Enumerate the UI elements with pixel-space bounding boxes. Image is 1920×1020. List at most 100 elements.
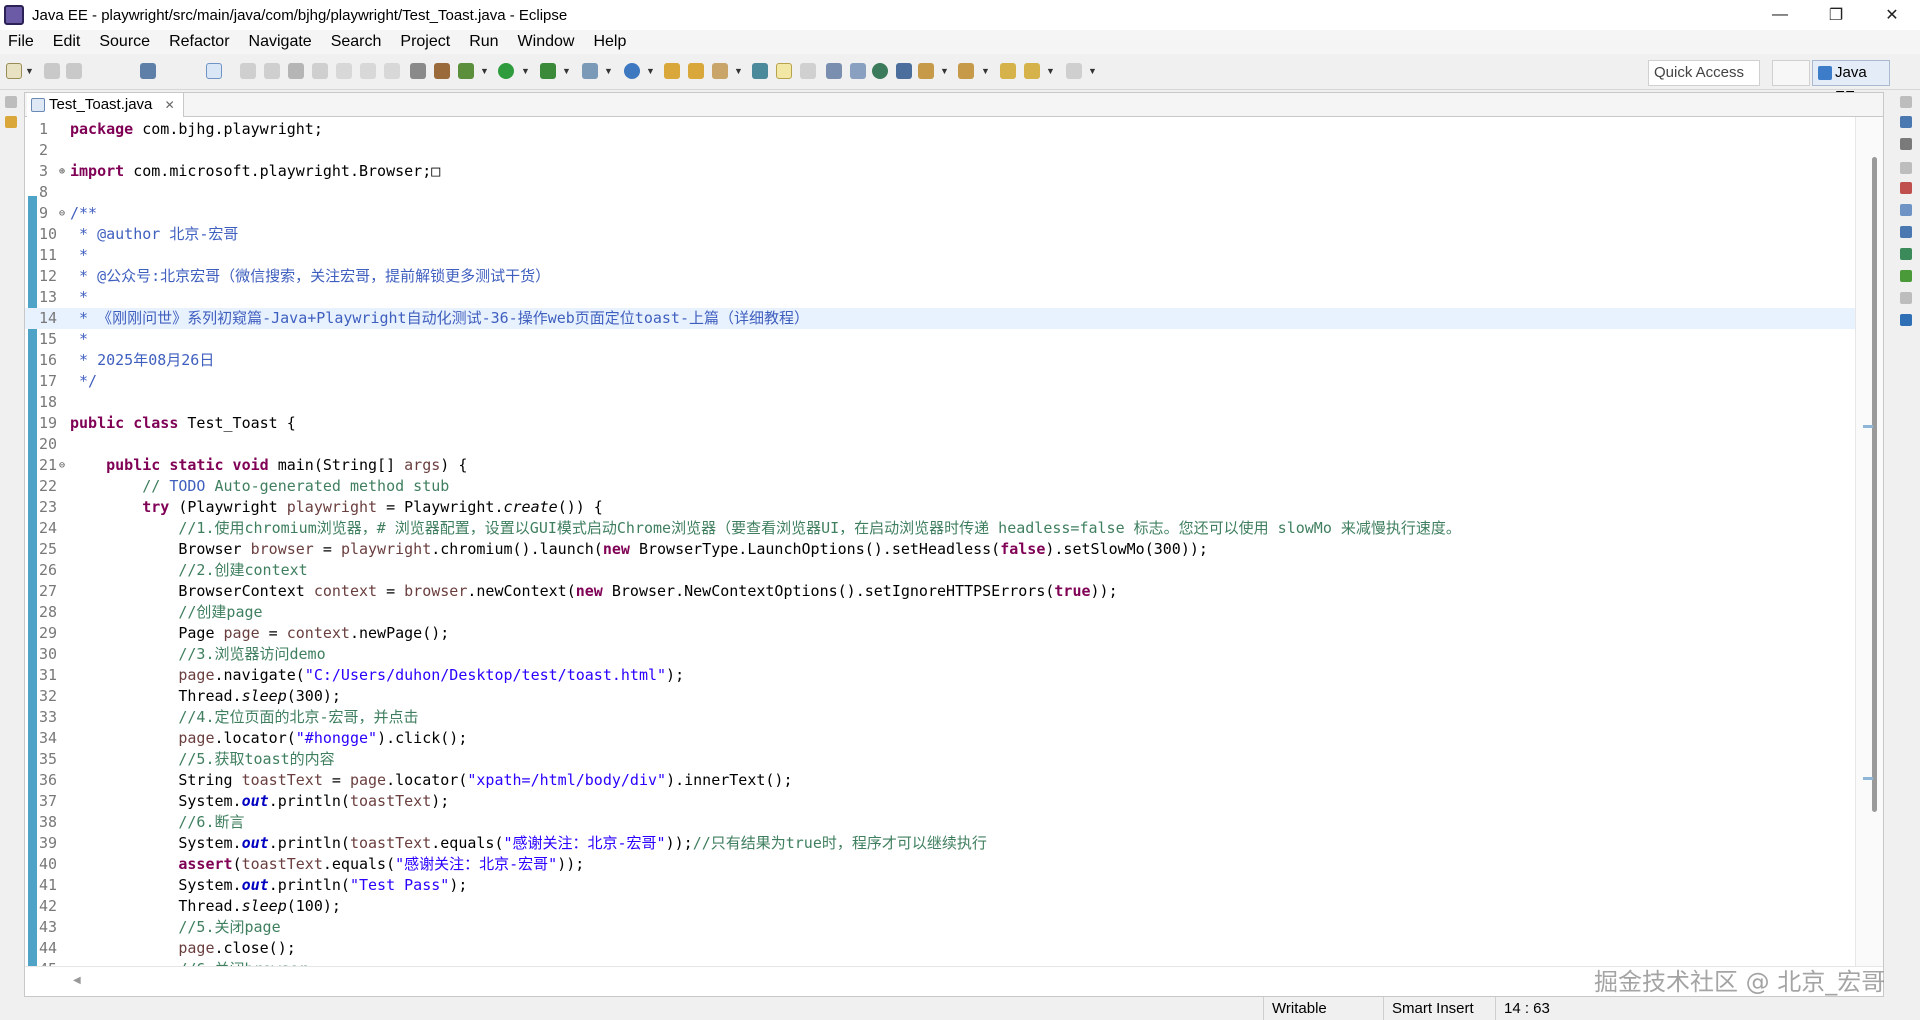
overview-ruler[interactable] bbox=[1855, 117, 1883, 966]
search-icon[interactable] bbox=[712, 63, 728, 79]
debug-dropdown-icon[interactable]: ▼ bbox=[480, 66, 489, 76]
web-browser-icon[interactable] bbox=[624, 63, 640, 79]
prev-annotation-icon[interactable] bbox=[958, 63, 974, 79]
code-line[interactable]: 23 try (Playwright playwright = Playwrig… bbox=[25, 497, 1855, 518]
perspective-javaee-button[interactable]: Java EE bbox=[1812, 60, 1890, 105]
server-icon[interactable] bbox=[896, 63, 912, 79]
code-line[interactable]: 10 * @author 北京-宏哥 bbox=[25, 224, 1855, 245]
step-over-icon[interactable] bbox=[360, 63, 376, 79]
restore-bottom-icon[interactable] bbox=[1900, 162, 1912, 174]
properties-icon[interactable] bbox=[1900, 204, 1912, 216]
code-line[interactable]: 33 //4.定位页面的北京-宏哥，并点击 bbox=[25, 707, 1855, 728]
overview-marker[interactable] bbox=[1863, 425, 1873, 428]
tab-close-icon[interactable]: ✕ bbox=[165, 98, 175, 112]
open-perspective-button[interactable] bbox=[1772, 60, 1810, 86]
code-line[interactable]: 29 Page page = context.newPage(); bbox=[25, 623, 1855, 644]
code-line[interactable]: 8 bbox=[25, 182, 1855, 203]
terminate-icon[interactable] bbox=[288, 63, 304, 79]
code-line[interactable]: 43 //5.关闭page bbox=[25, 917, 1855, 938]
code-line[interactable]: 42 Thread.sleep(100); bbox=[25, 896, 1855, 917]
open-type-icon[interactable] bbox=[688, 63, 704, 79]
fold-toggle-icon[interactable]: ⊖ bbox=[59, 203, 65, 224]
disconnect-icon[interactable] bbox=[312, 63, 328, 79]
save-icon[interactable] bbox=[44, 63, 60, 79]
task-list-icon[interactable] bbox=[1900, 138, 1912, 150]
menu-file[interactable]: File bbox=[8, 33, 34, 51]
block-selection-icon[interactable] bbox=[800, 63, 816, 79]
code-line[interactable]: 28 //创建page bbox=[25, 602, 1855, 623]
console-icon[interactable] bbox=[1900, 314, 1912, 326]
web-browser-dropdown-icon[interactable]: ▼ bbox=[646, 66, 655, 76]
code-line[interactable]: 45 //6.关闭browser bbox=[25, 959, 1855, 966]
forward-icon[interactable] bbox=[1066, 63, 1082, 79]
code-line[interactable]: 15 * bbox=[25, 329, 1855, 350]
code-line[interactable]: 3 ⊕ import com.microsoft.playwright.Browse… bbox=[25, 161, 1855, 182]
mark-occurrences-icon[interactable] bbox=[776, 63, 792, 79]
new-java-project-icon[interactable] bbox=[664, 63, 680, 79]
code-area[interactable]: 1 package com.bjhg.playwright; 2 3 ⊕ import c… bbox=[25, 117, 1883, 966]
tab-test-toast[interactable]: Test_Toast.java ✕ bbox=[27, 93, 184, 117]
code-line[interactable]: 1 package com.bjhg.playwright; bbox=[25, 119, 1855, 140]
build-icon[interactable] bbox=[434, 63, 450, 79]
external-tools-icon[interactable] bbox=[582, 63, 598, 79]
open-console-icon[interactable] bbox=[140, 63, 156, 79]
code-line[interactable]: 2 bbox=[25, 140, 1855, 161]
code-line[interactable]: 39 System.out.println(toastText.equals("… bbox=[25, 833, 1855, 854]
overview-marker[interactable] bbox=[1863, 777, 1873, 780]
coverage-icon[interactable] bbox=[540, 63, 556, 79]
resume-icon[interactable] bbox=[240, 63, 256, 79]
menu-project[interactable]: Project bbox=[400, 33, 450, 51]
new-icon[interactable] bbox=[6, 63, 22, 79]
fold-toggle-icon[interactable]: ⊖ bbox=[59, 455, 65, 476]
code-line[interactable]: 44 page.close(); bbox=[25, 938, 1855, 959]
save-all-icon[interactable] bbox=[66, 63, 82, 79]
skip-breakpoints-icon[interactable] bbox=[206, 63, 222, 79]
debug-icon[interactable] bbox=[458, 63, 474, 79]
menu-search[interactable]: Search bbox=[331, 33, 382, 51]
scroll-left-icon[interactable]: ◀ bbox=[73, 975, 81, 986]
snippets-icon[interactable] bbox=[1900, 270, 1912, 282]
menu-navigate[interactable]: Navigate bbox=[249, 33, 312, 51]
forward-dropdown-icon[interactable]: ▼ bbox=[1088, 66, 1097, 76]
last-edit-icon[interactable] bbox=[1000, 63, 1016, 79]
close-window-button[interactable]: ✕ bbox=[1864, 0, 1920, 30]
menu-run[interactable]: Run bbox=[469, 33, 498, 51]
code-line[interactable]: 18 bbox=[25, 392, 1855, 413]
code-line[interactable]: 11 * bbox=[25, 245, 1855, 266]
code-line[interactable]: 35 //5.获取toast的内容 bbox=[25, 749, 1855, 770]
menu-refactor[interactable]: Refactor bbox=[169, 33, 229, 51]
data-source-icon[interactable] bbox=[1900, 248, 1912, 260]
code-line[interactable]: 41 System.out.println("Test Pass"); bbox=[25, 875, 1855, 896]
vertical-scrollbar-thumb[interactable] bbox=[1872, 157, 1877, 812]
code-line[interactable]: 20 bbox=[25, 434, 1855, 455]
code-line[interactable]: 32 Thread.sleep(300); bbox=[25, 686, 1855, 707]
restore-button[interactable]: ❐ bbox=[1808, 0, 1864, 30]
open-task-icon[interactable] bbox=[752, 63, 768, 79]
code-line[interactable]: 19 public class Test_Toast { bbox=[25, 413, 1855, 434]
project-explorer-icon[interactable] bbox=[5, 116, 17, 128]
code-line[interactable]: 31 page.navigate("C:/Users/duhon/Desktop… bbox=[25, 665, 1855, 686]
menu-edit[interactable]: Edit bbox=[53, 33, 81, 51]
restore-view-icon[interactable] bbox=[5, 96, 17, 108]
code-line[interactable]: 13 * bbox=[25, 287, 1855, 308]
outline-icon[interactable] bbox=[1900, 116, 1912, 128]
menu-help[interactable]: Help bbox=[593, 33, 626, 51]
run-dropdown-icon[interactable]: ▼ bbox=[521, 66, 530, 76]
step-into-icon[interactable] bbox=[336, 63, 352, 79]
code-line[interactable]: 40 assert(toastText.equals("感谢关注：北京-宏哥")… bbox=[25, 854, 1855, 875]
code-line[interactable]: 9 ⊖/** bbox=[25, 203, 1855, 224]
coverage-dropdown-icon[interactable]: ▼ bbox=[562, 66, 571, 76]
code-line[interactable]: 17 */ bbox=[25, 371, 1855, 392]
markers-icon[interactable] bbox=[1900, 182, 1912, 194]
annotation-nav-icon[interactable] bbox=[918, 63, 934, 79]
code-line[interactable]: 30 //3.浏览器访问demo bbox=[25, 644, 1855, 665]
toggle-list-icon[interactable] bbox=[410, 63, 426, 79]
back-icon[interactable] bbox=[1024, 63, 1040, 79]
code-line[interactable]: 34 page.locator("#hongge").click(); bbox=[25, 728, 1855, 749]
menu-window[interactable]: Window bbox=[518, 33, 575, 51]
code-line[interactable]: 26 //2.创建context bbox=[25, 560, 1855, 581]
code-line[interactable]: 14 * 《刚刚问世》系列初窥篇-Java+Playwright自动化测试-36… bbox=[25, 308, 1855, 329]
fold-toggle-icon[interactable]: ⊕ bbox=[59, 161, 65, 182]
restore-right-icon[interactable] bbox=[1900, 96, 1912, 108]
back-dropdown-icon[interactable]: ▼ bbox=[1046, 66, 1055, 76]
